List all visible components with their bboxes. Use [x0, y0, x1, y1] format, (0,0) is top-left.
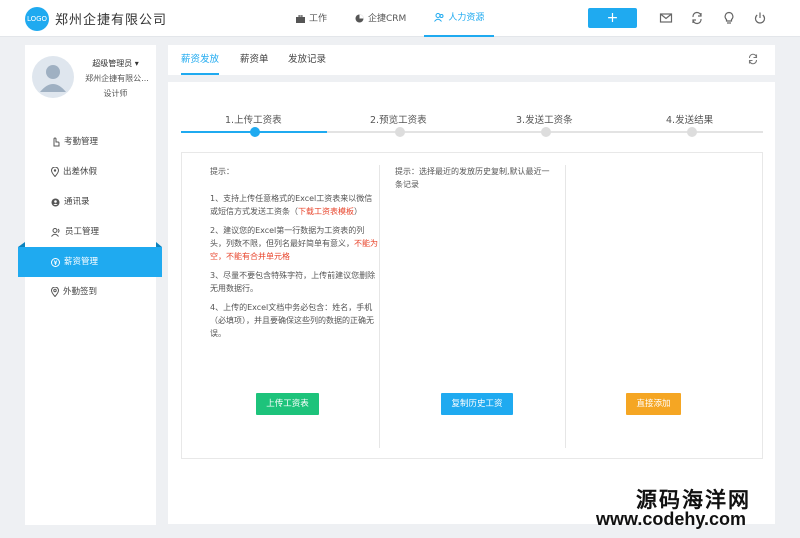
step-dot-send — [541, 127, 551, 137]
step-dot-result — [687, 127, 697, 137]
download-template-link[interactable]: 下载工资表模板 — [298, 207, 354, 216]
user-role-dropdown[interactable]: 超级管理员 ▾ — [75, 58, 156, 69]
step-dot-upload — [250, 127, 260, 137]
nav-label: 企捷CRM — [368, 13, 407, 24]
top-nav: 工作 企捷CRM 人力资源 — [286, 0, 502, 37]
tab-payment-records[interactable]: 发放记录 — [288, 45, 326, 75]
user-avatar-icon — [40, 65, 66, 92]
steps-progress: 1.上传工资表 2.预览工资表 3.发送工资条 4.发送结果 — [181, 110, 763, 140]
user-role: 超级管理员 — [92, 59, 133, 68]
nav-item-work[interactable]: 工作 — [286, 0, 337, 37]
refresh-icon[interactable] — [747, 53, 759, 65]
sidebar-item-label: 薪资管理 — [64, 257, 99, 267]
power-icon[interactable] — [753, 11, 767, 25]
briefcase-icon — [296, 14, 305, 23]
tips-heading: 提示： — [210, 167, 234, 176]
main-content: 1.上传工资表 2.预览工资表 3.发送工资条 4.发送结果 提示： 1、支持上… — [168, 82, 775, 524]
mail-icon[interactable] — [659, 11, 673, 25]
top-header: LOGO 郑州企捷有限公司 工作 企捷CRM 人力资源 + — [0, 0, 800, 37]
upload-tips: 提示： 1、支持上传任意格式的Excel工资表来以微信或短信方式发送工资条（下载… — [210, 165, 378, 346]
tab-payslip[interactable]: 薪资单 — [240, 45, 269, 75]
upload-salary-button[interactable]: 上传工资表 — [256, 393, 319, 415]
tip-item: 1、支持上传任意格式的Excel工资表来以微信或短信方式发送工资条（下载工资表模… — [210, 192, 378, 218]
map-pin-icon — [51, 287, 59, 297]
tip-item: 2、建议您的Excel第一行数据为工资表的列头，列数不限，但列名最好简单有意义，… — [210, 224, 378, 263]
user-title: 设计师 — [103, 89, 128, 98]
hand-icon — [53, 137, 60, 147]
nav-label: 人力资源 — [448, 12, 485, 23]
sidebar-item-contacts[interactable]: 通讯录 — [25, 187, 156, 217]
sidebar-item-leave[interactable]: 出差休假 — [25, 157, 156, 187]
logo[interactable]: LOGO — [25, 7, 49, 31]
tip-item: 4、上传的Excel文档中务必包含：姓名，手机（必填项），并且要确保这些列的数据… — [210, 303, 374, 338]
direct-add-button[interactable]: 直接添加 — [626, 393, 681, 415]
user-icon — [51, 227, 60, 237]
money-icon — [51, 257, 60, 267]
add-button[interactable]: + — [588, 8, 637, 28]
sidebar-item-attendance[interactable]: 考勤管理 — [25, 127, 156, 157]
sidebar-item-label: 外勤签到 — [63, 287, 98, 297]
tip-text: ） — [354, 207, 362, 216]
pie-chart-icon — [355, 14, 364, 23]
sidebar-item-salary[interactable]: 薪资管理 — [18, 242, 162, 277]
copy-history-button[interactable]: 复制历史工资 — [441, 393, 513, 415]
step-dot-preview — [395, 127, 405, 137]
tip-text: 2、建议您的Excel第一行数据为工资表的列头，列数不限，但列名最好简单有意义， — [210, 226, 365, 248]
sidebar-item-label: 出差休假 — [63, 167, 98, 177]
sidebar-item-label: 通讯录 — [64, 197, 90, 207]
upload-panel: 提示： 1、支持上传任意格式的Excel工资表来以微信或短信方式发送工资条（下载… — [181, 152, 763, 459]
step-label-preview: 2.预览工资表 — [370, 115, 427, 126]
company-name: 郑州企捷有限公司 — [55, 13, 168, 28]
sidebar: 超级管理员 ▾ 郑州企捷有限公... 设计师 考勤管理 出差休假 通讯录 员工管… — [18, 45, 162, 525]
location-pin-icon — [51, 167, 59, 177]
user-company: 郑州企捷有限公... — [85, 74, 149, 83]
avatar[interactable] — [32, 56, 74, 98]
sidebar-item-employees[interactable]: 员工管理 — [25, 217, 156, 247]
nav-label: 工作 — [309, 13, 328, 24]
column-divider — [565, 165, 566, 448]
tip-item: 3、尽量不要包含特殊字符，上传前建议您删除无用数据行。 — [210, 271, 376, 293]
step-label-send: 3.发送工资条 — [516, 115, 573, 126]
contact-icon — [51, 198, 60, 206]
sidebar-menu: 考勤管理 出差休假 通讯录 员工管理 薪资管理 外勤签到 — [18, 127, 162, 307]
sidebar-item-label: 考勤管理 — [64, 137, 99, 147]
nav-item-crm[interactable]: 企捷CRM — [345, 0, 416, 37]
sidebar-item-label: 员工管理 — [65, 227, 100, 237]
nav-item-hr[interactable]: 人力资源 — [424, 0, 495, 37]
copy-history-tip: 提示：选择最近的发放历史复制,默认最近一条记录 — [395, 167, 550, 189]
tab-salary-payment[interactable]: 薪资发放 — [181, 45, 220, 75]
lightbulb-icon[interactable] — [722, 11, 736, 25]
chevron-down-icon: ▾ — [134, 59, 139, 68]
step-label-upload: 1.上传工资表 — [225, 115, 282, 126]
column-divider — [379, 165, 380, 448]
users-icon — [434, 13, 444, 22]
watermark-url: www.codehy.com — [596, 509, 747, 529]
sync-icon[interactable] — [690, 11, 704, 25]
step-label-result: 4.发送结果 — [666, 115, 714, 126]
sidebar-item-field-checkin[interactable]: 外勤签到 — [25, 277, 156, 307]
tabs-bar: 薪资发放 薪资单 发放记录 — [168, 45, 775, 75]
